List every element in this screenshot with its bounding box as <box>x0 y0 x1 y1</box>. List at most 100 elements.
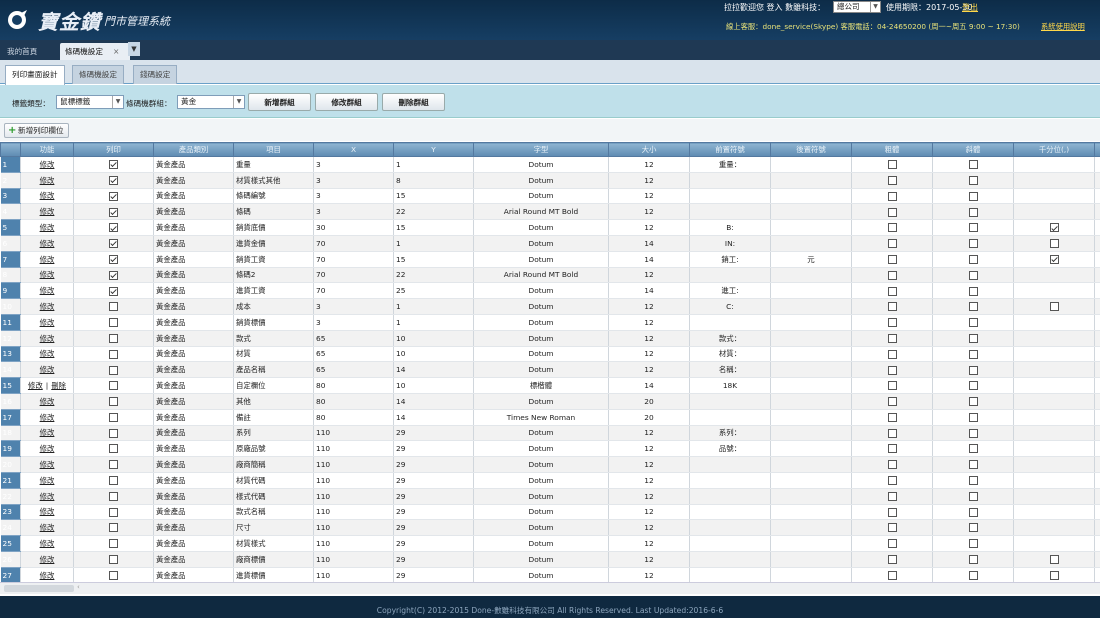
checkbox-icon[interactable] <box>109 507 118 517</box>
edit-link[interactable]: 修改 <box>40 286 55 295</box>
checkbox-icon[interactable] <box>968 539 978 549</box>
edit-link[interactable]: 修改 <box>40 397 55 406</box>
edit-group-button[interactable]: 修改群組 <box>315 93 378 111</box>
edit-link[interactable]: 修改 <box>40 318 55 327</box>
checkbox-icon[interactable] <box>968 476 978 486</box>
edit-link[interactable]: 修改 <box>40 223 55 232</box>
edit-link[interactable]: 修改 <box>40 270 55 279</box>
checkbox-icon[interactable] <box>109 175 118 185</box>
checkbox-icon[interactable] <box>1049 239 1059 249</box>
edit-link[interactable]: 修改 <box>40 365 55 374</box>
checkbox-icon[interactable] <box>1049 570 1059 580</box>
checkbox-icon[interactable] <box>109 476 118 486</box>
column-header[interactable]: 前置符號 <box>689 142 771 157</box>
checkbox-icon[interactable] <box>109 491 118 501</box>
checkbox-icon[interactable] <box>109 397 118 407</box>
checkbox-icon[interactable] <box>887 207 897 217</box>
checkbox-icon[interactable] <box>1049 223 1059 233</box>
checkbox-icon[interactable] <box>887 476 897 486</box>
checkbox-icon[interactable] <box>968 428 978 438</box>
add-print-field-button[interactable]: + 新增列印欄位 <box>4 123 69 138</box>
chevron-left-icon[interactable]: ‹ <box>77 583 80 591</box>
checkbox-icon[interactable] <box>109 349 118 359</box>
edit-link[interactable]: 修改 <box>40 428 55 437</box>
checkbox-icon[interactable] <box>887 223 897 233</box>
checkbox-icon[interactable] <box>109 254 118 264</box>
checkbox-icon[interactable] <box>887 570 897 580</box>
checkbox-icon[interactable] <box>1049 555 1059 565</box>
checkbox-icon[interactable] <box>887 302 897 312</box>
checkbox-icon[interactable] <box>968 223 978 233</box>
edit-link[interactable]: 修改 <box>40 507 55 516</box>
edit-link[interactable]: 修改 <box>40 444 55 453</box>
company-select[interactable]: 總公司 ▼ <box>833 1 881 13</box>
checkbox-icon[interactable] <box>887 254 897 264</box>
edit-link[interactable]: 修改 <box>40 539 55 548</box>
checkbox-icon[interactable] <box>109 523 118 533</box>
checkbox-icon[interactable] <box>109 318 118 328</box>
checkbox-icon[interactable] <box>109 444 118 454</box>
checkbox-icon[interactable] <box>109 365 118 375</box>
checkbox-icon[interactable] <box>968 555 978 565</box>
tab-barcode-machine[interactable]: 條碼機設定 <box>72 65 124 84</box>
checkbox-icon[interactable] <box>109 333 118 343</box>
edit-link[interactable]: 修改 <box>40 302 55 311</box>
checkbox-icon[interactable] <box>968 175 978 185</box>
edit-link[interactable]: 修改 <box>40 555 55 564</box>
edit-link[interactable]: 修改 <box>40 571 55 580</box>
checkbox-icon[interactable] <box>109 286 118 296</box>
checkbox-icon[interactable] <box>968 160 978 170</box>
edit-link[interactable]: 修改 <box>28 381 43 390</box>
edit-link[interactable]: 修改 <box>40 492 55 501</box>
chevron-down-icon[interactable]: ▼ <box>128 42 140 56</box>
checkbox-icon[interactable] <box>968 286 978 296</box>
checkbox-icon[interactable] <box>109 555 118 565</box>
column-header[interactable]: 字型 <box>473 142 609 157</box>
checkbox-icon[interactable] <box>887 491 897 501</box>
checkbox-icon[interactable] <box>109 239 118 249</box>
checkbox-icon[interactable] <box>887 507 897 517</box>
checkbox-icon[interactable] <box>968 412 978 422</box>
checkbox-icon[interactable] <box>968 381 978 391</box>
edit-link[interactable]: 修改 <box>40 523 55 532</box>
add-group-button[interactable]: 新增群組 <box>248 93 311 111</box>
edit-link[interactable]: 修改 <box>40 239 55 248</box>
checkbox-icon[interactable] <box>968 254 978 264</box>
edit-link[interactable]: 修改 <box>40 191 55 200</box>
checkbox-icon[interactable] <box>968 191 978 201</box>
column-header[interactable]: 粗體 <box>851 142 933 157</box>
checkbox-icon[interactable] <box>109 191 118 201</box>
delete-group-button[interactable]: 刪除群組 <box>382 93 445 111</box>
checkbox-icon[interactable] <box>887 270 897 280</box>
column-header[interactable]: 列印 <box>73 142 154 157</box>
checkbox-icon[interactable] <box>109 160 118 170</box>
group-select[interactable]: 黃金 ▼ <box>177 95 245 109</box>
edit-link[interactable]: 修改 <box>40 460 55 469</box>
horizontal-scrollbar[interactable]: ‹ <box>0 582 1100 594</box>
logout-link[interactable]: 登出 <box>962 3 978 12</box>
checkbox-icon[interactable] <box>968 365 978 375</box>
checkbox-icon[interactable] <box>1049 302 1059 312</box>
checkbox-icon[interactable] <box>887 333 897 343</box>
help-link[interactable]: 系統使用說明 <box>1041 22 1085 31</box>
checkbox-icon[interactable] <box>109 570 118 580</box>
close-icon[interactable]: × <box>113 43 119 60</box>
checkbox-icon[interactable] <box>887 318 897 328</box>
checkbox-icon[interactable] <box>968 491 978 501</box>
edit-link[interactable]: 修改 <box>40 349 55 358</box>
edit-link[interactable]: 修改 <box>40 160 55 169</box>
checkbox-icon[interactable] <box>968 460 978 470</box>
checkbox-icon[interactable] <box>968 302 978 312</box>
column-header[interactable]: 千分位(,) <box>1013 142 1095 157</box>
edit-link[interactable]: 修改 <box>40 207 55 216</box>
checkbox-icon[interactable] <box>109 270 118 280</box>
column-header[interactable]: X <box>313 142 394 157</box>
checkbox-icon[interactable] <box>109 302 118 312</box>
column-header[interactable]: 功能 <box>20 142 74 157</box>
label-type-select[interactable]: 鼠標標籤 ▼ <box>56 95 124 109</box>
checkbox-icon[interactable] <box>887 239 897 249</box>
checkbox-icon[interactable] <box>887 444 897 454</box>
checkbox-icon[interactable] <box>968 318 978 328</box>
column-header[interactable]: 後置符號 <box>770 142 852 157</box>
checkbox-icon[interactable] <box>887 160 897 170</box>
